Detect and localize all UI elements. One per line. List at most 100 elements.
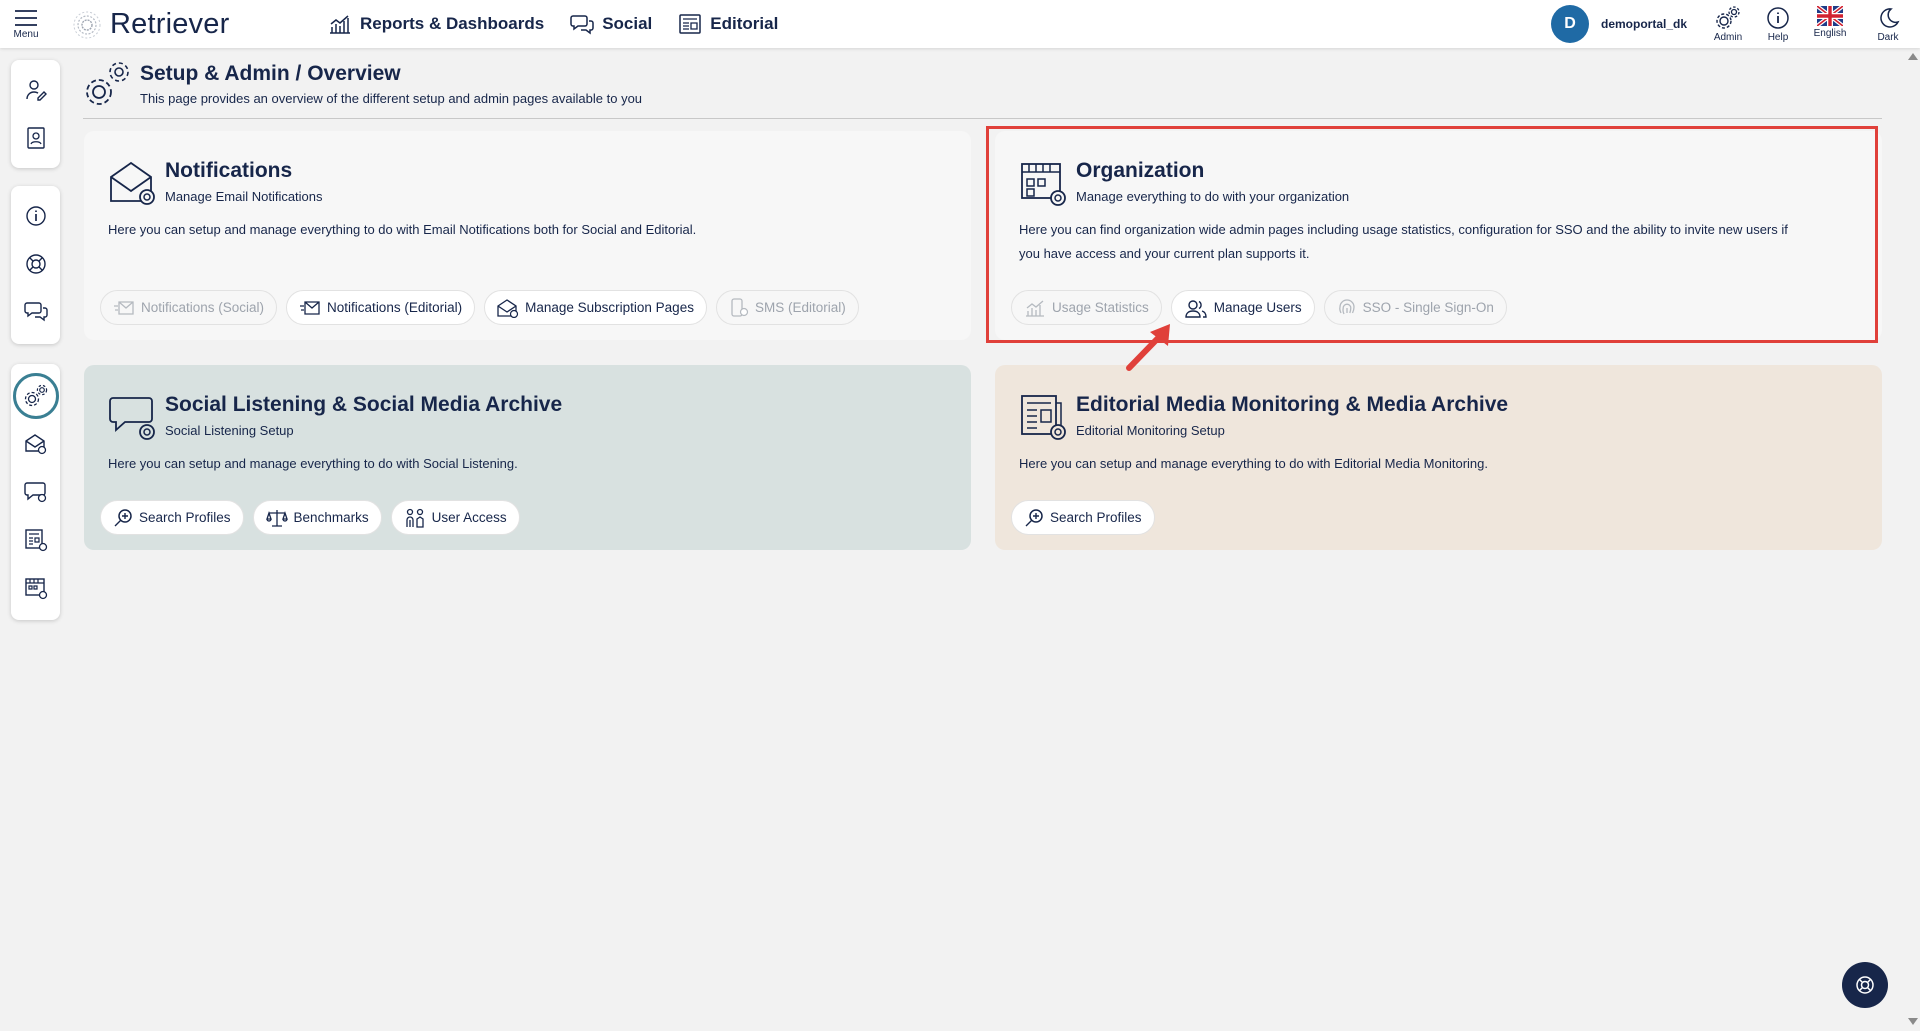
rail-organization-button[interactable]: [11, 564, 60, 612]
organization-title: Organization: [1076, 159, 1205, 182]
user-menu[interactable]: D demoportal_dk: [1551, 5, 1687, 43]
lifebuoy-icon: [25, 254, 46, 274]
newspaper-settings-icon: [1021, 395, 1066, 440]
mail-settings-icon: [497, 298, 519, 318]
avatar: D: [1551, 5, 1589, 43]
organization-description-line1: Here you can find organization wide admi…: [1019, 222, 1788, 237]
send-mail-icon: [114, 300, 134, 315]
sms-editorial-label: SMS (Editorial): [754, 300, 846, 315]
notifications-subtitle: Manage Email Notifications: [165, 189, 323, 204]
rail-group-profile: [11, 60, 60, 168]
rail-group-admin: [11, 364, 60, 620]
logo-text: Retriever: [110, 8, 230, 40]
notifications-social-button[interactable]: Notifications (Social): [100, 290, 278, 325]
nav-editorial[interactable]: Editorial: [678, 13, 778, 35]
sso-button[interactable]: SSO - Single Sign-On: [1323, 290, 1507, 325]
menu-label: Menu: [13, 29, 39, 40]
newspaper-settings-icon: [24, 529, 47, 552]
notifications-title: Notifications: [165, 159, 293, 182]
dark-mode-label: Dark: [1877, 32, 1899, 43]
social-search-profiles-button[interactable]: Search Profiles: [100, 500, 244, 535]
manage-users-button[interactable]: Manage Users: [1170, 290, 1315, 325]
floating-help-button[interactable]: [1842, 962, 1888, 1008]
rail-contacts-button[interactable]: [11, 114, 60, 162]
gears-icon: [24, 384, 47, 407]
nav-social-label: Social: [602, 14, 653, 33]
social-card: Social Listening & Social Media Archive …: [84, 365, 971, 550]
editorial-card: Editorial Media Monitoring & Media Archi…: [995, 365, 1882, 550]
scroll-down-arrow-icon[interactable]: [1908, 1018, 1918, 1025]
organization-description: Here you can find organization wide admi…: [1019, 218, 1788, 266]
dark-mode-button[interactable]: Dark: [1866, 6, 1910, 44]
notifications-editorial-button[interactable]: Notifications (Editorial): [286, 290, 476, 325]
editorial-title: Editorial Media Monitoring & Media Archi…: [1076, 393, 1509, 416]
top-bar: Menu Retriever Reports & Dashboards Soci…: [0, 0, 1920, 48]
gears-icon: [86, 62, 129, 105]
hamburger-icon: [15, 10, 37, 26]
social-description: Here you can setup and manage everything…: [108, 456, 518, 471]
help-label: Help: [1767, 32, 1789, 43]
logo[interactable]: Retriever: [72, 8, 229, 41]
rail-notifications-button[interactable]: [11, 420, 60, 468]
editorial-links: Search Profiles: [1011, 500, 1155, 535]
user-access-label: User Access: [431, 510, 507, 525]
editorial-subtitle: Editorial Monitoring Setup: [1076, 423, 1225, 438]
phone-settings-icon: [731, 297, 749, 317]
rail-group-help: [11, 186, 60, 344]
benchmarks-button[interactable]: Benchmarks: [252, 500, 382, 535]
organization-subtitle: Manage everything to do with your organi…: [1076, 189, 1350, 204]
nav-social[interactable]: Social: [570, 13, 652, 35]
sms-editorial-button[interactable]: SMS (Editorial): [715, 290, 859, 325]
scroll-up-arrow-icon[interactable]: [1908, 53, 1918, 60]
annotation-arrow-icon: [1126, 324, 1170, 371]
editorial-search-profiles-label: Search Profiles: [1050, 510, 1142, 525]
support-icon: [1856, 976, 1874, 994]
mail-settings-icon: [24, 434, 46, 455]
sso-label: SSO - Single Sign-On: [1362, 300, 1494, 315]
fingerprint-icon: [1338, 298, 1355, 314]
benchmarks-label: Benchmarks: [293, 510, 369, 525]
language-button[interactable]: English: [1808, 6, 1852, 44]
organization-links: Usage Statistics Manage Users SSO - Sing…: [1011, 290, 1507, 325]
rail-profile-button[interactable]: [11, 66, 60, 114]
manage-subscription-pages-button[interactable]: Manage Subscription Pages: [484, 290, 707, 325]
page-scrollbar[interactable]: [1904, 48, 1920, 1031]
active-indicator: [12, 373, 59, 419]
building-settings-icon: [1021, 163, 1066, 206]
social-search-profiles-label: Search Profiles: [139, 510, 231, 525]
organization-description-line2: you have access and your current plan su…: [1019, 246, 1310, 261]
rail-info-button[interactable]: [11, 192, 60, 240]
usage-statistics-label: Usage Statistics: [1052, 300, 1149, 315]
scale-icon: [265, 509, 288, 527]
newspaper-icon: [679, 14, 702, 34]
moon-icon: [1880, 8, 1900, 28]
user-access-button[interactable]: User Access: [390, 500, 520, 535]
rail-chat-button[interactable]: [11, 288, 60, 336]
rail-admin-overview-button[interactable]: [11, 372, 60, 420]
rail-support-button[interactable]: [11, 240, 60, 288]
nav-reports-label: Reports & Dashboards: [360, 14, 545, 33]
editorial-search-profiles-button[interactable]: Search Profiles: [1011, 500, 1155, 535]
help-button[interactable]: Help: [1756, 6, 1800, 44]
manage-users-label: Manage Users: [1213, 300, 1302, 315]
rail-social-setup-button[interactable]: [11, 468, 60, 516]
user-access-icon: [405, 508, 424, 528]
notifications-description: Here you can setup and manage everything…: [108, 222, 697, 237]
chat-settings-icon: [109, 397, 155, 440]
building-settings-icon: [24, 578, 47, 600]
chat-icon: [570, 15, 594, 35]
rail-editorial-setup-button[interactable]: [11, 516, 60, 564]
search-icon: [114, 508, 132, 526]
search-icon: [1025, 508, 1043, 526]
notifications-social-label: Notifications (Social): [141, 300, 265, 315]
page-title: Setup & Admin / Overview: [140, 62, 401, 85]
chat-settings-icon: [23, 482, 46, 503]
menu-button[interactable]: Menu: [10, 6, 42, 44]
admin-button[interactable]: Admin: [1706, 6, 1750, 44]
send-mail-icon: [300, 300, 320, 315]
nav-editorial-label: Editorial: [710, 14, 779, 33]
manage-subscription-pages-label: Manage Subscription Pages: [525, 300, 694, 315]
admin-label: Admin: [1713, 32, 1743, 43]
nav-reports-dashboards[interactable]: Reports & Dashboards: [328, 13, 544, 35]
notifications-links: Notifications (Social) Notifications (Ed…: [100, 290, 859, 325]
